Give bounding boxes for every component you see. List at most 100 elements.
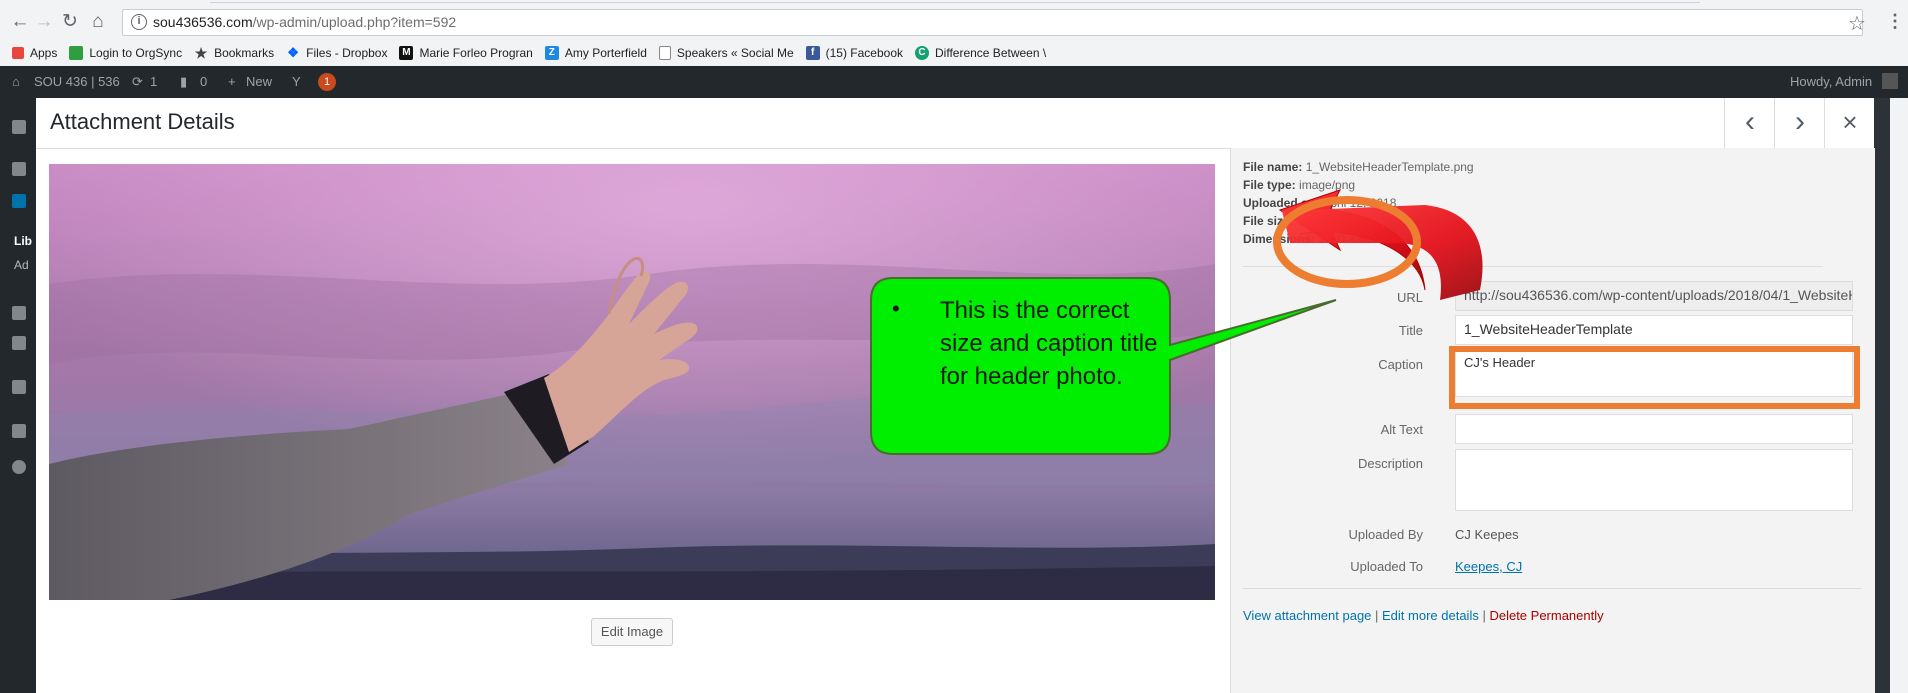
home-icon[interactable]: ⌂ [86, 10, 110, 34]
uploaded-by-value: CJ Keepes [1455, 527, 1519, 542]
url-host: sou436536.com [153, 14, 253, 30]
sidebar-library-label[interactable]: Lib [14, 234, 32, 248]
window-edge [1890, 98, 1908, 693]
updates-count[interactable]: 1 [150, 74, 157, 89]
difference-icon: C [915, 46, 929, 60]
url-field[interactable]: http://sou436536.com/wp-content/uploads/… [1455, 281, 1853, 311]
site-info-icon[interactable]: i [131, 14, 147, 30]
apps-grid-icon [12, 47, 24, 59]
bookmark-orgsync[interactable]: Login to OrgSync [69, 46, 182, 60]
notification-badge[interactable]: 1 [318, 73, 336, 91]
link-separator: | [1371, 608, 1383, 623]
reload-icon[interactable]: ↻ [58, 10, 82, 34]
back-arrow-icon[interactable]: ← [8, 10, 32, 34]
address-bar[interactable]: i sou436536.com/wp-admin/upload.php?item… [122, 9, 1863, 36]
page-icon [658, 46, 671, 60]
bookmark-apps[interactable]: Apps [12, 46, 57, 60]
attachment-actions: View attachment page | Edit more details… [1243, 608, 1604, 623]
yoast-icon[interactable]: Y [292, 74, 301, 89]
edit-details-link[interactable]: Edit more details [1382, 608, 1479, 623]
delete-permanently-link[interactable]: Delete Permanently [1489, 608, 1603, 623]
forward-arrow-icon[interactable]: → [32, 10, 56, 34]
previous-button[interactable]: ‹ [1724, 98, 1775, 148]
bookmark-difference[interactable]: C Difference Between \ [915, 46, 1046, 60]
site-name-link[interactable]: SOU 436 | 536 [34, 74, 120, 89]
url-label: URL [1396, 290, 1423, 305]
file-size-label: File size: [1243, 214, 1294, 228]
bookmark-label: (15) Facebook [825, 46, 903, 60]
dimensions-row: Dimensions: 1600 × 600 [1243, 232, 1379, 246]
media-icon[interactable] [12, 194, 26, 208]
bookmark-label: Bookmarks [214, 46, 275, 60]
bookmark-label: Marie Forleo Progran [419, 46, 533, 60]
star-icon: ★ [194, 45, 208, 61]
comments-icon[interactable] [12, 336, 26, 350]
bookmark-label: Speakers « Social Me [676, 46, 794, 60]
uploaded-on-label: Uploaded on: [1243, 196, 1320, 210]
description-label: Description [1357, 456, 1423, 471]
edit-image-button[interactable]: Edit Image [591, 618, 673, 646]
wp-admin-sidebar: Lib Ad [0, 98, 36, 693]
browser-menu-icon[interactable]: ⋮ [1886, 11, 1904, 32]
divider [1243, 266, 1823, 267]
bookmark-facebook[interactable]: f (15) Facebook [805, 46, 903, 60]
bookmark-label: Difference Between \ [935, 46, 1047, 60]
sidebar-add-label[interactable]: Ad [14, 258, 29, 272]
file-name-row: File name: 1_WebsiteHeaderTemplate.png [1243, 160, 1474, 174]
divider [1243, 588, 1861, 589]
title-field[interactable]: 1_WebsiteHeaderTemplate [1455, 315, 1853, 345]
mf-icon: M [399, 46, 414, 60]
file-type-row: File type: image/png [1243, 178, 1355, 192]
new-link[interactable]: New [246, 74, 272, 89]
file-name-value: 1_WebsiteHeaderTemplate.png [1305, 160, 1474, 174]
dropbox-icon: ❖ [287, 45, 299, 60]
bookmarks-bar: Apps Login to OrgSync ★ Bookmarks ❖ Files … [12, 43, 1058, 63]
caption-field[interactable]: CJ's Header [1455, 349, 1853, 397]
avatar[interactable] [1882, 73, 1898, 89]
backdrop-strip [1874, 98, 1890, 693]
bookmark-star-icon[interactable]: ☆ [1848, 11, 1866, 36]
pin-icon[interactable] [12, 162, 26, 176]
dimensions-label: Dimensions: [1243, 232, 1316, 246]
file-name-label: File name: [1243, 160, 1303, 174]
close-button[interactable]: × [1824, 98, 1875, 148]
file-type-label: File type: [1243, 178, 1296, 192]
callout-bullet: • [892, 296, 900, 321]
bookmark-label: Amy Porterfield [564, 46, 647, 60]
comments-icon[interactable]: ▮ [180, 74, 187, 90]
file-size-value: 125 KB [1297, 214, 1337, 228]
alt-text-field[interactable] [1455, 414, 1853, 444]
bookmark-marie-forleo[interactable]: M Marie Forleo Progran [399, 46, 533, 60]
bookmark-amy-porterfield[interactable]: Z Amy Porterfield [544, 46, 647, 60]
updates-icon[interactable]: ⟳ [132, 74, 143, 90]
orgsync-icon [69, 46, 84, 60]
link-separator: | [1478, 608, 1490, 623]
next-button[interactable]: › [1774, 98, 1825, 148]
alt-text-label: Alt Text [1380, 422, 1423, 437]
callout-text: This is the correct size and caption tit… [940, 297, 1158, 390]
bookmark-label: Login to OrgSync [89, 46, 183, 60]
tab-strip-line [210, 2, 1700, 3]
dashboard-icon[interactable] [12, 120, 26, 134]
caption-label: Caption [1378, 357, 1423, 372]
uploaded-to-link[interactable]: Keepes, CJ [1455, 559, 1522, 574]
description-field[interactable] [1455, 449, 1853, 511]
view-attachment-link[interactable]: View attachment page [1243, 608, 1371, 623]
gear-icon[interactable] [12, 460, 26, 474]
pages-icon[interactable] [12, 306, 26, 320]
comments-count[interactable]: 0 [200, 74, 207, 89]
dimensions-value: 1600 × 600 [1318, 232, 1379, 246]
yoast-icon[interactable] [12, 424, 26, 438]
appearance-icon[interactable] [12, 380, 26, 394]
home-icon[interactable]: ⌂ [12, 74, 20, 89]
bookmark-dropbox[interactable]: ❖ Files - Dropbox [286, 45, 387, 61]
bookmark-speakers[interactable]: Speakers « Social Me [658, 46, 794, 60]
chevron-right-icon: › [1795, 105, 1805, 138]
address-url[interactable]: sou436536.com/wp-admin/upload.php?item=5… [153, 14, 456, 30]
plus-icon[interactable]: + [228, 74, 236, 89]
uploaded-to-label: Uploaded To [1350, 559, 1423, 574]
uploaded-on-value: April 12, 2018 [1322, 196, 1397, 210]
bookmark-bookmarks[interactable]: ★ Bookmarks [194, 46, 274, 60]
howdy-account[interactable]: Howdy, Admin [1790, 74, 1872, 89]
attachment-details-modal: Attachment Details ‹ › × Edit Image File… [36, 98, 1875, 693]
